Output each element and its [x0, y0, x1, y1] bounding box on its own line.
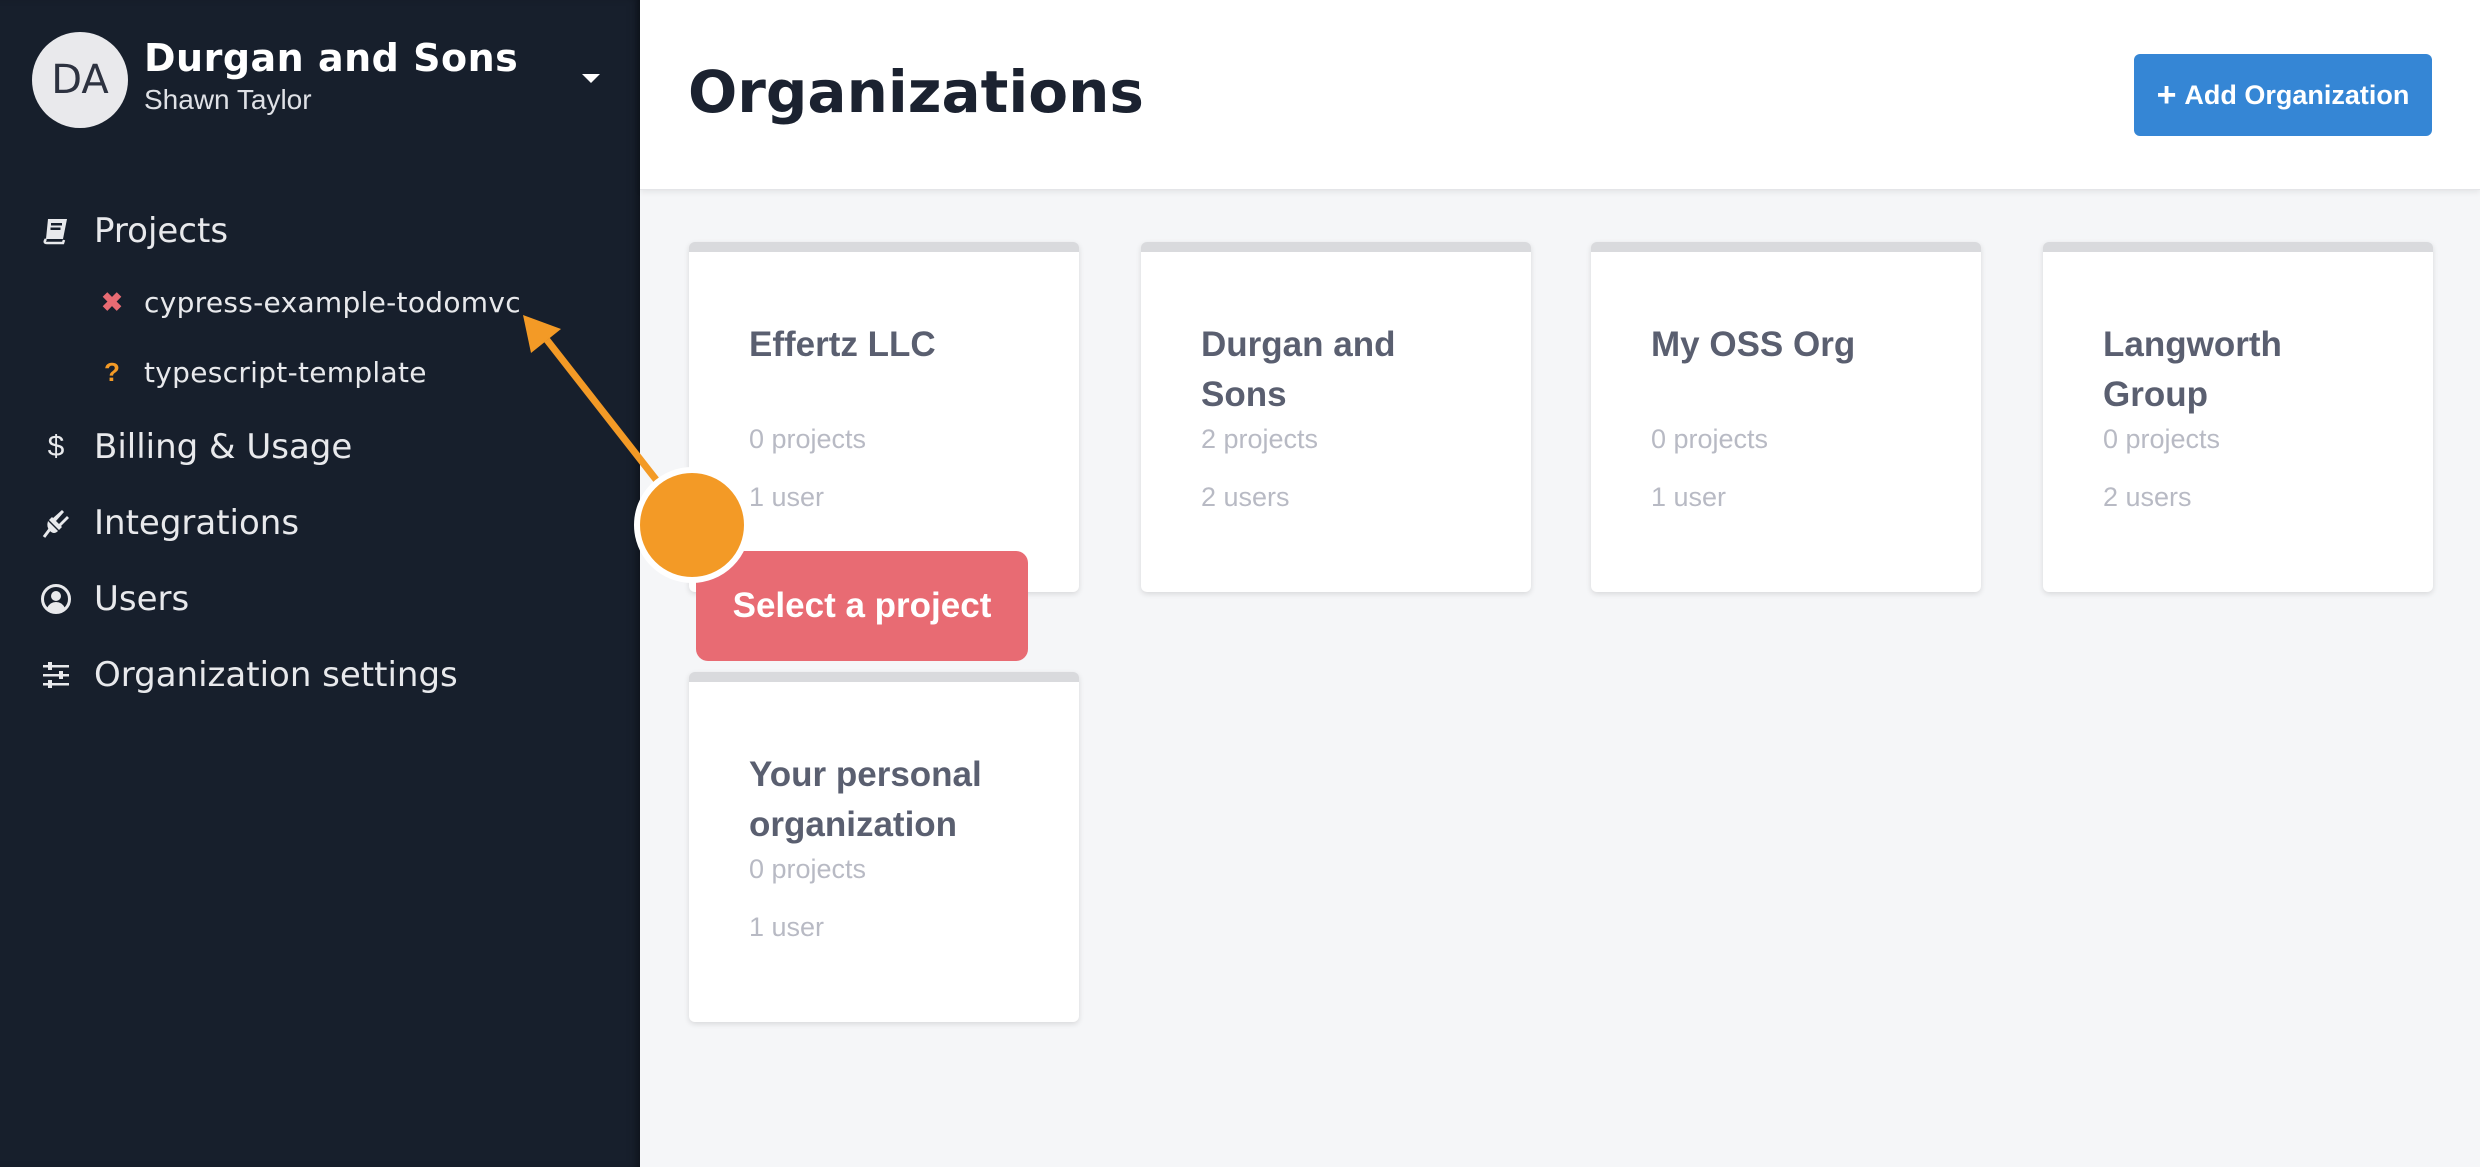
current-org-name: Durgan and Sons [144, 36, 519, 80]
sliders-icon [38, 657, 74, 693]
add-organization-button[interactable]: + Add Organization [2134, 54, 2432, 136]
org-card-users: 2 users [1201, 482, 1290, 512]
plug-icon [38, 505, 74, 541]
org-card-users: 1 user [749, 912, 825, 942]
org-card[interactable]: My OSS Org 0 projects 1 user [1591, 242, 1981, 592]
dollar-icon: $ [47, 430, 65, 463]
failed-x-icon: ✖ [101, 286, 123, 317]
annotation-tooltip: Select a project [696, 551, 1028, 661]
org-card[interactable]: Durgan and Sons 2 projects 2 users [1141, 242, 1531, 592]
org-card-projects: 2 projects [1201, 424, 1319, 454]
question-icon: ? [104, 356, 120, 387]
current-user-name: Shawn Taylor [144, 84, 312, 115]
sidebar-item-label: Organization settings [94, 655, 458, 695]
project-name: typescript-template [144, 355, 427, 389]
org-card[interactable]: Langworth Group 0 projects 2 users [2043, 242, 2433, 592]
sidebar-item-label: Projects [94, 211, 229, 251]
avatar: DA [32, 32, 128, 128]
plus-icon: + [2156, 75, 2177, 114]
user-circle-icon [38, 581, 74, 617]
sidebar-item-label: Users [94, 579, 190, 619]
sidebar-item-label: Billing & Usage [94, 427, 353, 467]
org-card-projects: 0 projects [1651, 424, 1769, 454]
org-card-users: 1 user [1651, 482, 1727, 512]
sidebar-item-users[interactable]: Users [38, 574, 189, 624]
chevron-down-icon[interactable] [582, 74, 600, 83]
org-card-title: Your personal organization [749, 755, 982, 844]
org-card-projects: 0 projects [749, 854, 867, 884]
page-header: Organizations + Add Organization [640, 0, 2480, 190]
add-organization-label: Add Organization [2184, 79, 2410, 110]
page-title: Organizations [688, 58, 1144, 126]
org-card-title: Effertz LLC [749, 325, 936, 364]
project-name: cypress-example-todomvc [144, 285, 521, 319]
sidebar-item-billing[interactable]: $ Billing & Usage [38, 422, 353, 472]
org-switcher[interactable]: DA Durgan and Sons Shawn Taylor [32, 32, 608, 128]
project-item-cypress-example-todomvc[interactable]: ✖ cypress-example-todomvc [100, 280, 521, 324]
org-card-projects: 0 projects [2103, 424, 2221, 454]
sidebar-item-integrations[interactable]: Integrations [38, 498, 299, 548]
org-card[interactable]: Effertz LLC 0 projects 1 user [689, 242, 1079, 592]
sidebar-item-organization-settings[interactable]: Organization settings [38, 650, 458, 700]
project-item-typescript-template[interactable]: ? typescript-template [100, 350, 427, 394]
org-card-title: Langworth Group [2103, 325, 2282, 414]
book-icon [38, 213, 74, 249]
org-card-users: 2 users [2103, 482, 2192, 512]
org-card-users: 1 user [749, 482, 825, 512]
sidebar-item-label: Integrations [94, 503, 300, 543]
org-card-title: Durgan and Sons [1201, 325, 1396, 414]
org-card-projects: 0 projects [749, 424, 867, 454]
org-card[interactable]: Your personal organization 0 projects 1 … [689, 672, 1079, 1022]
sidebar-item-projects[interactable]: Projects [38, 206, 228, 256]
sidebar: DA Durgan and Sons Shawn Taylor Projects… [0, 0, 640, 1167]
org-card-title: My OSS Org [1651, 325, 1856, 364]
